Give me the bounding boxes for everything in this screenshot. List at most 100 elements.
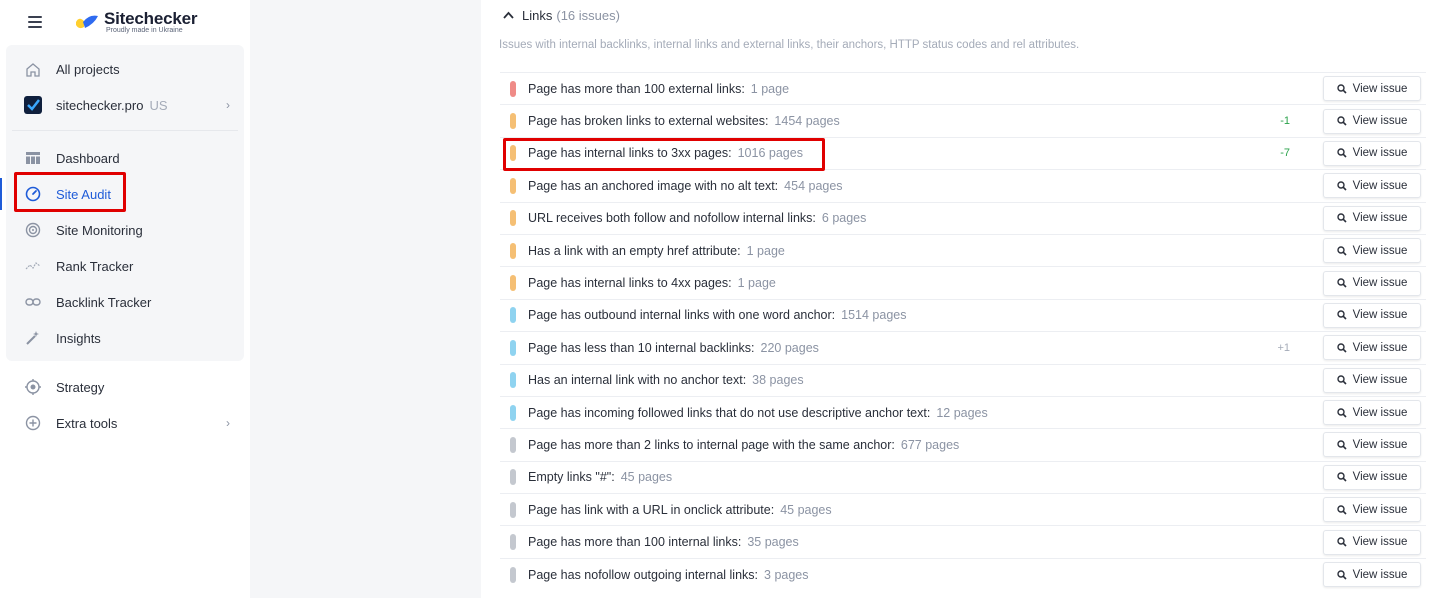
view-issue-label: View issue (1352, 244, 1408, 257)
view-issue-button[interactable]: View issue (1323, 464, 1421, 490)
section-title: Links (522, 8, 553, 23)
issue-page-count[interactable]: 1514 pages (841, 308, 906, 322)
view-issue-button[interactable]: View issue (1323, 497, 1421, 523)
issue-page-count[interactable]: 1454 pages (774, 114, 839, 128)
issue-row[interactable]: Page has more than 2 links to internal p… (500, 428, 1426, 460)
issue-title: Page has more than 100 internal links: (528, 535, 742, 550)
issue-row[interactable]: Page has less than 10 internal backlinks… (500, 331, 1426, 363)
sidebar: Sitechecker Proudly made in Ukraine All … (0, 0, 250, 598)
issue-title: Page has less than 10 internal backlinks… (528, 340, 755, 355)
chevron-right-icon: › (226, 98, 230, 112)
hamburger-menu-icon[interactable] (28, 16, 42, 28)
view-issue-label: View issue (1352, 309, 1408, 322)
issue-row[interactable]: Page has internal links to 4xx pages: 1 p… (500, 266, 1426, 298)
sidebar-item-all-projects[interactable]: All projects (6, 51, 244, 87)
sidebar-item-strategy[interactable]: Strategy (6, 369, 244, 405)
issue-row[interactable]: Has a link with an empty href attribute:… (500, 233, 1426, 266)
logo-mark-icon (74, 13, 100, 31)
issue-page-count[interactable]: 220 pages (761, 341, 819, 355)
divider (12, 130, 238, 131)
sidebar-item-insights[interactable]: Insights (6, 320, 244, 356)
severity-indicator (510, 501, 516, 518)
sidebar-item-rank-tracker[interactable]: Rank Tracker (6, 248, 244, 284)
home-icon (24, 60, 42, 78)
view-issue-button[interactable]: View issue (1323, 529, 1421, 555)
issue-row[interactable]: Page has link with a URL in onclick attr… (500, 493, 1426, 525)
project-region: US (149, 97, 168, 113)
sidebar-item-project[interactable]: sitechecker.pro US › (6, 87, 244, 123)
issue-row[interactable]: Page has more than 100 internal links: 35… (500, 525, 1426, 557)
issue-row[interactable]: Page has incoming followed links that do… (500, 395, 1426, 428)
search-icon (1336, 83, 1347, 94)
view-issue-button[interactable]: View issue (1323, 238, 1421, 264)
sidebar-item-site-monitoring[interactable]: Site Monitoring (6, 212, 244, 248)
issue-row[interactable]: URL receives both follow and nofollow in… (500, 201, 1426, 234)
sidebar-item-label: Strategy (56, 379, 105, 395)
view-issue-button[interactable]: View issue (1323, 562, 1421, 588)
search-icon (1336, 213, 1347, 223)
view-issue-button[interactable]: View issue (1323, 367, 1421, 393)
search-icon (1336, 537, 1347, 547)
severity-indicator (510, 534, 516, 551)
highlight-box-site-audit (14, 172, 126, 212)
issue-page-count[interactable]: 677 pages (901, 438, 959, 452)
view-issue-button[interactable]: View issue (1323, 302, 1421, 328)
view-issue-label: View issue (1352, 115, 1408, 128)
highlight-box-issue (503, 138, 825, 171)
issue-page-count[interactable]: 35 pages (747, 535, 798, 549)
issue-page-count[interactable]: 12 pages (936, 406, 987, 420)
issue-title: Page has more than 2 links to internal p… (528, 437, 895, 452)
view-issue-label: View issue (1352, 277, 1408, 290)
issue-row[interactable]: Empty links "#": 45 pages View issue (500, 460, 1426, 493)
issue-delta: +1 (1277, 341, 1290, 354)
search-icon (1336, 245, 1347, 256)
issue-page-count[interactable]: 454 pages (784, 179, 842, 193)
view-issue-button[interactable]: View issue (1323, 76, 1421, 102)
view-issue-label: View issue (1352, 406, 1408, 419)
search-icon (1336, 407, 1347, 418)
issue-row[interactable]: Page has nofollow outgoing internal link… (500, 557, 1426, 590)
issue-title: Page has more than 100 external links: (528, 81, 745, 96)
issue-page-count[interactable]: 6 pages (822, 211, 866, 225)
search-icon (1336, 569, 1347, 580)
issue-delta: -7 (1280, 147, 1290, 160)
issue-title: Page has internal links to 4xx pages: (528, 276, 732, 291)
issue-page-count[interactable]: 3 pages (764, 568, 808, 582)
view-issue-button[interactable]: View issue (1323, 173, 1421, 199)
issue-page-count[interactable]: 45 pages (621, 470, 672, 484)
sidebar-item-backlink-tracker[interactable]: Backlink Tracker (6, 284, 244, 320)
issue-page-count[interactable]: 1 page (751, 82, 789, 96)
severity-indicator (510, 113, 516, 130)
search-icon (1336, 343, 1347, 353)
view-issue-button[interactable]: View issue (1323, 108, 1421, 134)
view-issue-button[interactable]: View issue (1323, 432, 1421, 458)
sidebar-item-dashboard[interactable]: Dashboard (6, 140, 244, 176)
view-issue-label: View issue (1352, 341, 1408, 354)
issue-row[interactable]: Page has broken links to external websit… (500, 104, 1426, 136)
view-issue-button[interactable]: View issue (1323, 335, 1421, 361)
issue-row[interactable]: Page has an anchored image with no alt t… (500, 169, 1426, 201)
chevron-up-icon[interactable] (503, 10, 514, 22)
severity-indicator (510, 566, 516, 583)
issue-page-count[interactable]: 38 pages (752, 373, 803, 387)
sidebar-item-label: Extra tools (56, 415, 118, 431)
issue-title: Page has outbound internal links with on… (528, 308, 836, 323)
section-issue-count: (16 issues) (556, 8, 620, 23)
view-issue-button[interactable]: View issue (1323, 205, 1421, 231)
issue-row[interactable]: Page has outbound internal links with on… (500, 298, 1426, 331)
issue-row[interactable]: Has an internal link with no anchor text… (500, 363, 1426, 396)
logo[interactable]: Sitechecker Proudly made in Ukraine (74, 10, 197, 35)
sidebar-header: Sitechecker Proudly made in Ukraine (0, 0, 250, 44)
section-header[interactable]: Links (16 issues) (503, 8, 620, 23)
view-issue-label: View issue (1352, 503, 1408, 516)
sidebar-item-extra-tools[interactable]: Extra tools › (6, 405, 244, 441)
issue-page-count[interactable]: 1 page (738, 276, 776, 290)
issue-page-count[interactable]: 45 pages (780, 503, 831, 517)
search-icon (1336, 148, 1347, 159)
view-issue-button[interactable]: View issue (1323, 270, 1421, 296)
severity-indicator (510, 210, 516, 227)
view-issue-button[interactable]: View issue (1323, 140, 1421, 166)
view-issue-button[interactable]: View issue (1323, 400, 1421, 426)
issue-page-count[interactable]: 1 page (747, 244, 785, 258)
issue-row[interactable]: Page has more than 100 external links: 1 … (500, 72, 1426, 104)
